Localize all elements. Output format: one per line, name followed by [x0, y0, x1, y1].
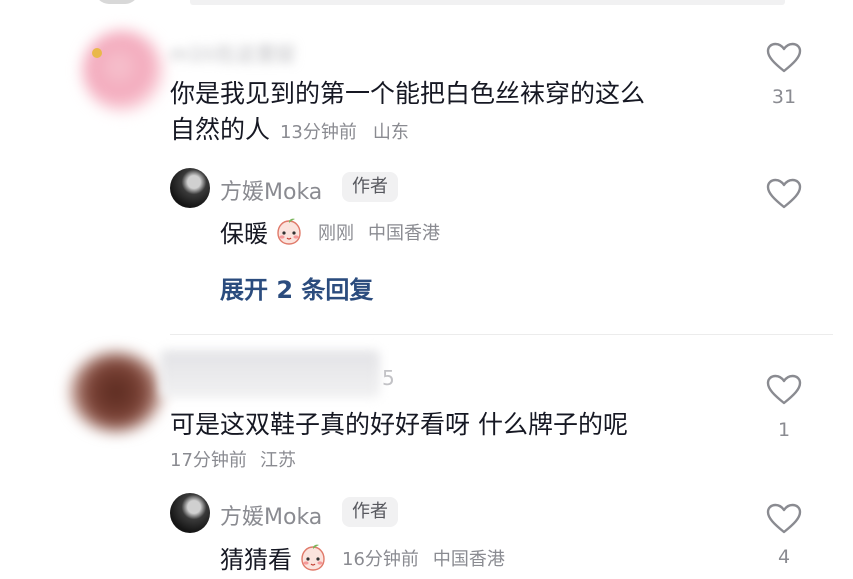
reply-time: 16分钟前 [342, 548, 419, 570]
reply-avatar[interactable] [170, 493, 210, 533]
expand-replies-link[interactable]: 展开 2 条回复 [220, 270, 373, 305]
reply-text: 猜猜看 [220, 546, 292, 574]
comment-username-fragment: 5 [382, 366, 395, 390]
reply-username[interactable]: 方媛Moka [220, 499, 322, 531]
comment-avatar-badge [92, 48, 102, 58]
heart-outline-icon [766, 374, 802, 405]
previous-comment-divider [190, 0, 785, 5]
blushing-peach-sticker-icon [301, 544, 325, 571]
comment-avatar[interactable] [82, 30, 164, 112]
heart-outline-icon [766, 42, 802, 73]
like-count: 1 [777, 419, 791, 441]
comment-divider [170, 334, 833, 335]
like-count: 31 [771, 86, 797, 108]
like-count: 4 [777, 546, 791, 568]
heart-outline-icon [766, 178, 802, 209]
comment-username[interactable]: m1ti在这里捉 [170, 38, 330, 66]
comment-time: 17分钟前 [170, 450, 247, 471]
reply-time: 刚刚 [318, 222, 354, 244]
reply-avatar[interactable] [170, 168, 210, 208]
comment-location: 山东 [372, 122, 409, 143]
like-button[interactable] [766, 42, 802, 78]
comment-text-line1: 你是我见到的第一个能把白色丝袜穿的这么 [170, 79, 646, 108]
like-button[interactable] [766, 374, 802, 410]
author-tag: 作者 [342, 172, 398, 202]
reply-body: 猜猜看 16分钟前 中国香港 [220, 540, 505, 575]
comment-text: 你是我见到的第一个能把白色丝袜穿的这么 自然的人 13分钟前 山东 [170, 76, 730, 151]
author-tag: 作者 [342, 497, 398, 527]
comment-text: 可是这双鞋子真的好好看呀 什么牌子的呢 [170, 410, 628, 439]
reply-location: 中国香港 [432, 548, 505, 570]
reply-location: 中国香港 [368, 222, 440, 244]
reply-like-button[interactable] [766, 178, 802, 214]
previous-avatar-edge [95, 0, 139, 4]
reply-text: 保暖 [220, 220, 268, 248]
reply-body: 保暖 刚刚 中国香港 [220, 214, 440, 249]
comment-time: 13分钟前 [279, 122, 357, 143]
reply-username[interactable]: 方媛Moka [220, 174, 322, 206]
comment-username-blurred[interactable] [160, 350, 380, 398]
comment-meta: 17分钟前 江苏 [170, 446, 296, 472]
reply-like-button[interactable] [766, 503, 802, 539]
comment-avatar[interactable] [70, 352, 162, 432]
blushing-peach-sticker-icon [277, 218, 301, 245]
heart-outline-icon [766, 503, 802, 534]
comment-text-line2: 自然的人 [170, 115, 271, 144]
comment-location: 江苏 [260, 450, 296, 471]
